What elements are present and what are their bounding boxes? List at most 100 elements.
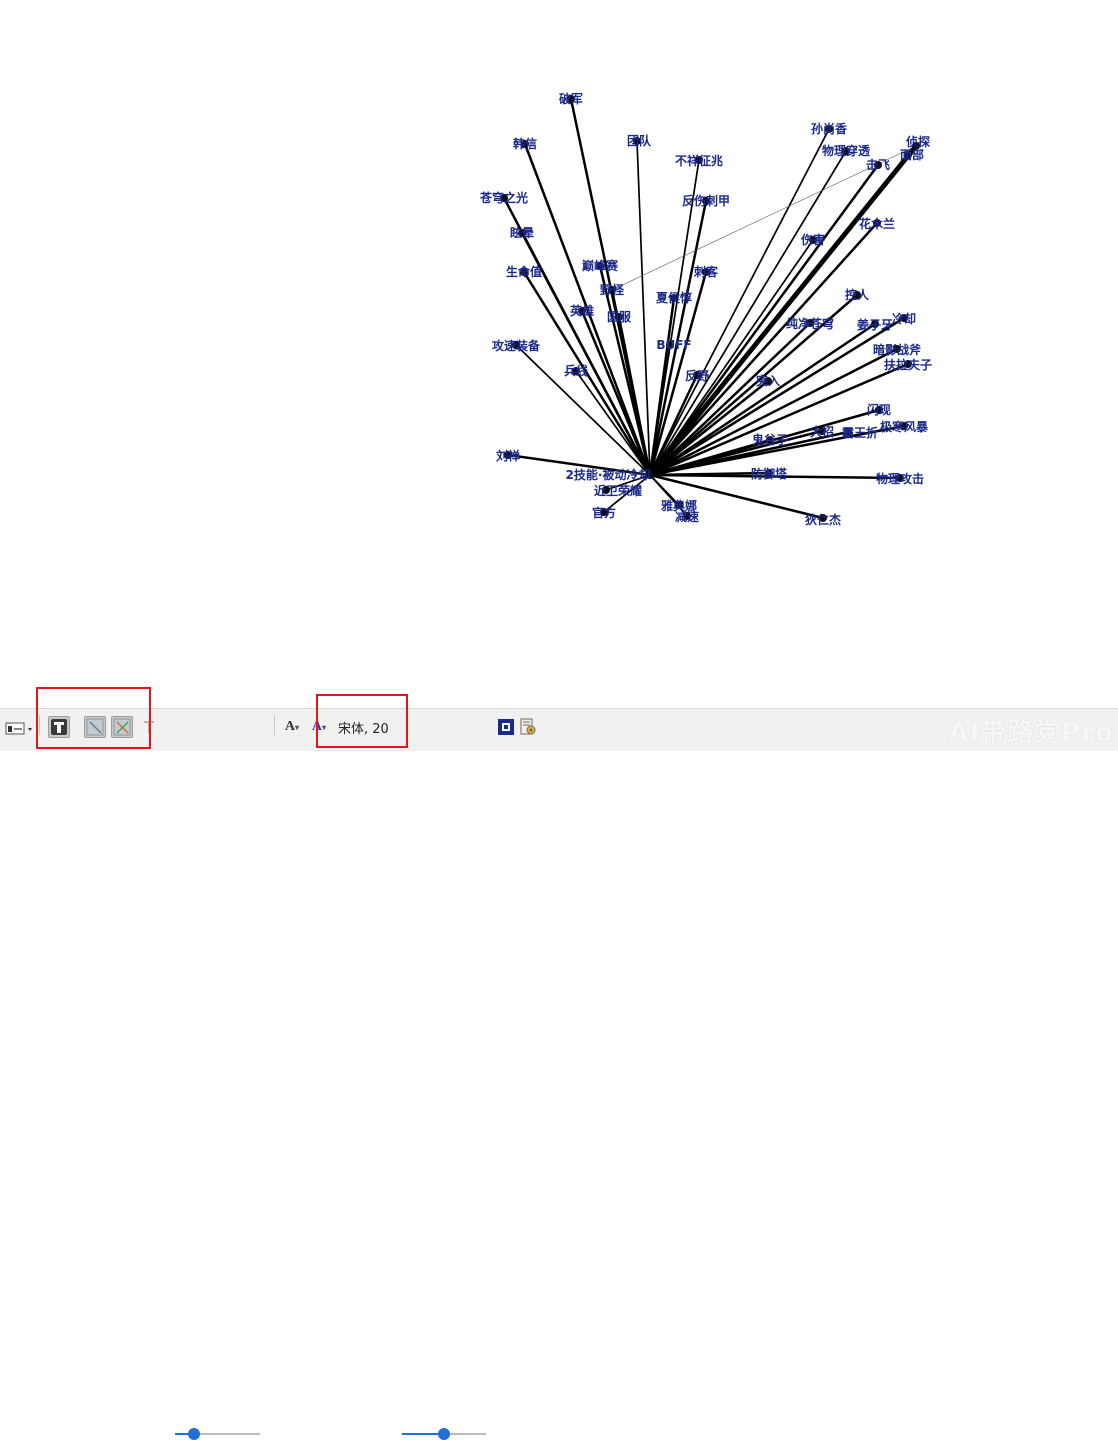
label-size-slider-knob[interactable] — [187, 1428, 200, 1440]
graph-node[interactable]: 反野 — [685, 368, 709, 383]
graph-svg[interactable]: 破军韩信 团队不祥征兆 孙尚香物理穿透击飞侦探面部苍穹之光 反伤刺甲眩晕 花木兰伤害生命… — [0, 0, 1118, 708]
graph-node[interactable]: 闪现 — [867, 403, 891, 417]
graph-node[interactable]: 狄仁杰 — [804, 512, 841, 527]
node-label: 控人 — [845, 287, 870, 302]
graph-node[interactable]: 击飞 — [866, 157, 890, 172]
graph-node[interactable]: 物理穿透 — [822, 143, 871, 158]
node-label: 官方 — [592, 505, 616, 520]
node-label: 减速 — [675, 509, 699, 524]
node-label: 刺客 — [693, 264, 719, 279]
graph-node[interactable]: 大招 — [810, 424, 834, 439]
node-label: 花木兰 — [859, 216, 895, 231]
graph-node[interactable]: 面部 — [900, 147, 924, 162]
graph-node[interactable]: 伤害 — [800, 232, 825, 247]
graph-node[interactable]: 韩信 — [513, 136, 537, 151]
layout-dropdown-button[interactable] — [4, 717, 34, 739]
node-label: 野怪 — [600, 282, 625, 297]
node-label: 破军 — [559, 91, 583, 106]
graph-node[interactable]: 反伤刺甲 — [682, 193, 730, 208]
node-label: 国服 — [607, 309, 632, 324]
bottom-toolbar: A▾ A▾ 宋体, 20 AI带路党Pro — [0, 708, 1118, 1440]
node-label: 击飞 — [866, 157, 890, 172]
node-label: 狄仁杰 — [804, 512, 841, 527]
background-color-button[interactable] — [496, 716, 516, 738]
node-label: 物理攻击 — [876, 471, 924, 486]
node-label: 霸王折 — [842, 425, 878, 440]
node-label: 伤害 — [800, 232, 825, 247]
node-label: 鬼谷子 — [752, 432, 788, 447]
graph-node[interactable]: 孙尚香 — [811, 121, 847, 136]
node-label: 大招 — [810, 424, 834, 439]
background-color-icon — [498, 719, 514, 735]
graph-node[interactable]: 刘禅 — [496, 448, 520, 463]
node-label: 生命值 — [506, 264, 542, 279]
graph-node[interactable]: 兵线 — [564, 363, 588, 378]
node-label: 突入 — [756, 373, 780, 388]
graph-node[interactable]: 扶拉夫子 — [884, 357, 932, 372]
node-label: 反野 — [685, 368, 709, 383]
hub-node[interactable]: 2技能·被动冷却 — [566, 467, 654, 482]
node-label: 英雄 — [570, 303, 594, 318]
node-label: 防御塔 — [751, 466, 788, 481]
node-label: 姜子牙 — [857, 317, 893, 332]
graph-node[interactable]: 刺客 — [693, 264, 719, 279]
graph-node[interactable]: 英雄 — [570, 303, 594, 318]
highlight-box-edge-buttons — [36, 687, 151, 749]
node-label: 极寒风暴 — [880, 419, 929, 434]
graph-node[interactable]: 暗影战斧 — [873, 342, 922, 357]
node-label: 暗影战斧 — [873, 342, 922, 357]
graph-node[interactable]: BUFF — [656, 338, 691, 352]
font-size-decrease-button[interactable]: A▾ — [282, 716, 302, 738]
graph-node[interactable]: 巅峰赛 — [582, 258, 619, 273]
node-label: 近卫荣耀 — [594, 483, 642, 498]
settings-button[interactable] — [518, 716, 538, 738]
graph-node[interactable]: 官方 — [592, 505, 616, 520]
graph-node[interactable]: 花木兰 — [859, 216, 895, 231]
graph-node[interactable]: 眩晕 — [510, 225, 534, 240]
graph-node[interactable]: 霸王折 — [842, 425, 878, 440]
node-label: 扶拉夫子 — [884, 357, 932, 372]
graph-node[interactable]: 国服 — [607, 309, 632, 324]
node-label: 纯净苍穹 — [786, 316, 834, 331]
graph-node[interactable]: 纯净苍穹 — [786, 316, 834, 331]
graph-node[interactable]: 突入 — [756, 373, 780, 388]
node-label: 攻速装备 — [492, 338, 541, 353]
graph-node[interactable]: 冷却 — [892, 311, 916, 326]
graph-node[interactable]: 夏侯惇 — [656, 290, 692, 305]
graph-node[interactable]: 团队 — [627, 133, 652, 148]
font-size-slider-knob[interactable] — [438, 1428, 450, 1440]
graph-node[interactable]: 近卫荣耀 — [594, 483, 642, 498]
node-label: BUFF — [656, 338, 691, 352]
graph-node[interactable]: 控人 — [845, 287, 870, 302]
graph-node[interactable]: 物理攻击 — [876, 471, 924, 486]
toolbar-separator — [274, 715, 275, 735]
node-label: 侦探 — [905, 134, 930, 149]
node-label: 物理穿透 — [822, 143, 871, 158]
node-label: 刘禅 — [496, 448, 520, 463]
hub-label: 2技能·被动冷却 — [566, 467, 651, 482]
graph-node[interactable]: 攻速装备 — [492, 338, 541, 353]
graph-node[interactable]: 减速 — [675, 509, 699, 524]
graph-node[interactable]: 野怪 — [600, 282, 625, 297]
font-size-decrease-icon: A▾ — [284, 719, 300, 734]
node-label: 眩晕 — [510, 225, 534, 240]
graph-canvas[interactable]: 破军韩信 团队不祥征兆 孙尚香物理穿透 击飞 侦探 面部苍穹之光 反伤刺甲眩晕 花木兰伤害生命… — [0, 0, 1118, 708]
graph-node[interactable]: 防御塔 — [751, 466, 788, 481]
graph-node[interactable]: 鬼谷子 — [752, 432, 788, 447]
node-label: 团队 — [627, 133, 652, 148]
document-settings-icon — [520, 718, 536, 735]
node-label: 孙尚香 — [811, 121, 847, 136]
layout-dropdown-icon — [5, 722, 32, 735]
graph-node[interactable]: 姜子牙 — [857, 317, 893, 332]
node-label: 苍穹之光 — [479, 190, 528, 205]
highlight-box-font-label — [316, 694, 408, 748]
node-label: 反伤刺甲 — [682, 193, 730, 208]
node-label: 韩信 — [513, 136, 537, 151]
graph-node[interactable]: 极寒风暴 — [880, 419, 929, 434]
graph-node[interactable]: 生命值 — [506, 264, 542, 279]
node-label: 面部 — [900, 147, 924, 162]
node-label: 闪现 — [867, 403, 891, 417]
graph-node[interactable]: 苍穹之光 — [479, 190, 528, 205]
graph-node[interactable]: 破军 — [559, 91, 583, 106]
graph-node[interactable]: 不祥征兆 — [675, 153, 723, 168]
